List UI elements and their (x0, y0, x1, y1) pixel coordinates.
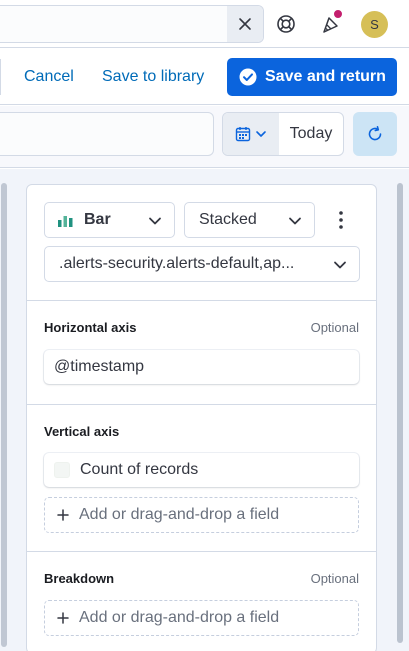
horizontal-axis-field[interactable]: @timestamp (44, 350, 359, 384)
optional-label: Optional (310, 571, 359, 586)
breakdown-title: Breakdown (44, 571, 115, 586)
notification-dot (333, 9, 343, 19)
plus-icon (57, 612, 69, 624)
save-to-library-button[interactable]: Save to library (102, 68, 204, 86)
check-circle-icon (239, 68, 257, 86)
vertical-dots-icon (339, 211, 343, 229)
query-input[interactable] (0, 112, 214, 156)
vertical-axis-dropzone[interactable]: Add or drag-and-drop a field (44, 497, 359, 533)
vertical-axis-field-label: Count of records (80, 461, 199, 478)
editor-workspace: Bar Stacked .alerts-security.alerts-defa… (0, 169, 409, 651)
optional-label: Optional (310, 320, 359, 335)
bar-chart-icon (58, 216, 73, 227)
global-header: S (0, 0, 409, 48)
data-view-label: .alerts-security.alerts-default,ap... (59, 255, 295, 272)
config-panel-scrollbar[interactable] (397, 183, 403, 643)
workspace-scrollbar[interactable] (1, 183, 7, 647)
data-view-select[interactable]: .alerts-security.alerts-default,ap... (44, 246, 360, 282)
add-field-label: Add or drag-and-drop a field (79, 609, 280, 626)
date-range-picker: Today (222, 112, 344, 156)
divider (27, 300, 376, 301)
horizontal-axis-title: Horizontal axis (44, 320, 137, 335)
editor-action-bar: Cancel Save to library Save and return (0, 49, 409, 105)
plus-icon (57, 509, 69, 521)
save-and-return-button[interactable]: Save and return (227, 58, 397, 96)
refresh-icon (368, 126, 382, 141)
vertical-axis-field[interactable]: Count of records (44, 453, 359, 487)
global-search-input[interactable] (0, 5, 264, 43)
divider (27, 551, 376, 552)
layer-config-panel: Bar Stacked .alerts-security.alerts-defa… (26, 184, 377, 651)
help-button[interactable] (274, 12, 298, 36)
query-bar: Today (0, 106, 409, 168)
horizontal-axis-field-label: @timestamp (54, 358, 145, 375)
date-range-label[interactable]: Today (279, 113, 343, 155)
layer-actions-button[interactable] (335, 210, 347, 232)
breakdown-dropzone[interactable]: Add or drag-and-drop a field (44, 600, 359, 636)
chevron-down-icon (256, 131, 266, 137)
chart-type-select[interactable]: Bar (44, 202, 175, 238)
add-field-label: Add or drag-and-drop a field (79, 506, 280, 523)
vertical-axis-title: Vertical axis (44, 424, 120, 439)
chevron-down-icon (334, 261, 346, 269)
cancel-button[interactable]: Cancel (24, 68, 74, 86)
save-and-return-label: Save and return (265, 68, 386, 85)
lifebuoy-icon (277, 15, 295, 33)
calendar-icon (235, 127, 251, 142)
chart-type-label: Bar (84, 211, 111, 228)
divider (27, 404, 376, 405)
chevron-down-icon (149, 217, 161, 225)
stacking-label: Stacked (199, 211, 257, 228)
clear-search-button[interactable] (227, 6, 263, 42)
divider (0, 59, 1, 95)
user-avatar[interactable]: S (361, 11, 388, 38)
chevron-down-icon (289, 217, 301, 225)
stacking-select[interactable]: Stacked (184, 202, 315, 238)
field-color-swatch[interactable] (54, 462, 70, 478)
quick-date-menu-button[interactable] (223, 113, 279, 155)
close-icon (239, 18, 251, 30)
refresh-button[interactable] (353, 112, 397, 156)
